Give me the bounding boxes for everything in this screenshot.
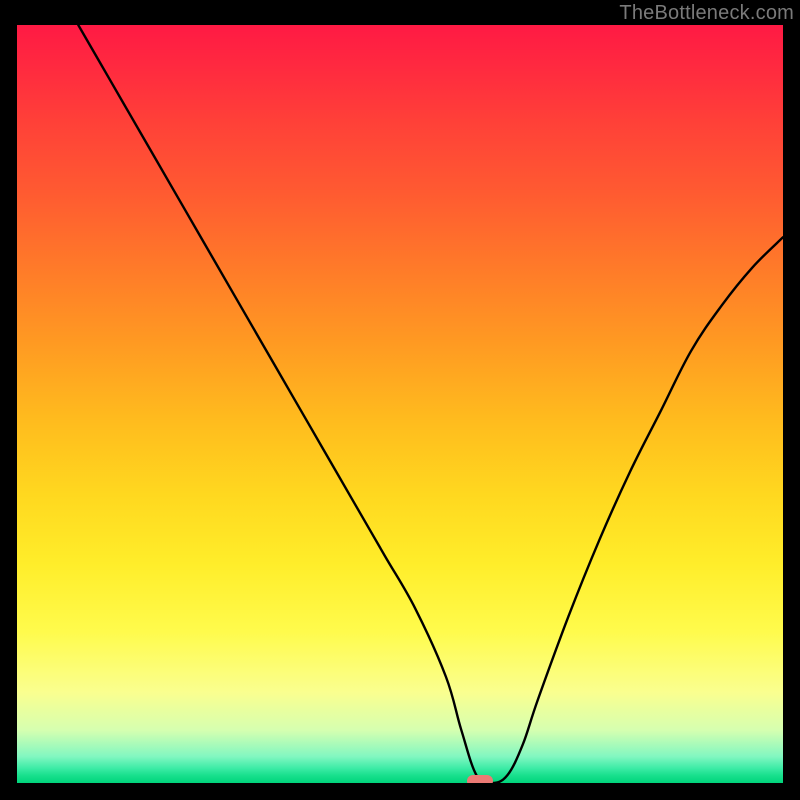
curve-layer — [17, 25, 783, 783]
plot-area — [17, 25, 783, 783]
chart-frame: TheBottleneck.com — [0, 0, 800, 800]
minimum-marker — [467, 775, 493, 783]
watermark-text: TheBottleneck.com — [619, 2, 794, 25]
bottleneck-curve — [78, 25, 783, 783]
